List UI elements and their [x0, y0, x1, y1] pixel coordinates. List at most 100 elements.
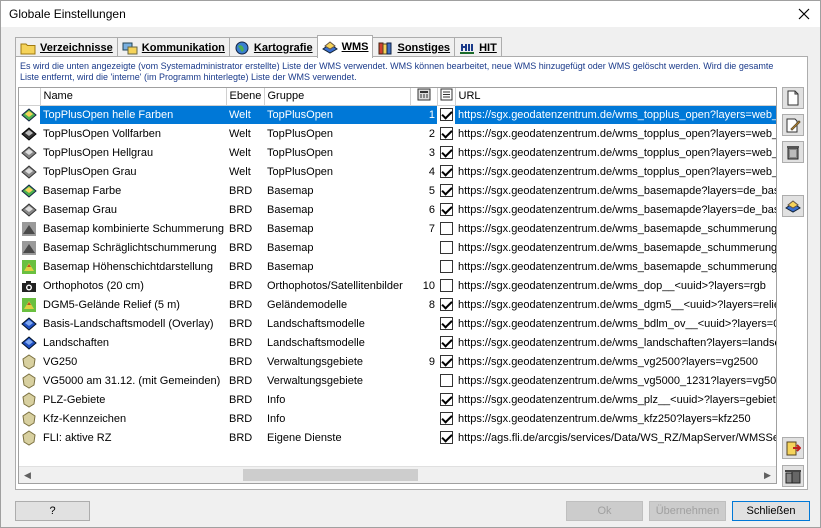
- header-name[interactable]: Name: [40, 88, 227, 106]
- scroll-right-icon[interactable]: ▶: [759, 467, 776, 483]
- table-row[interactable]: Basis-Landschaftsmodell (Overlay) BRD Land…: [19, 314, 776, 333]
- header-url[interactable]: URL: [455, 88, 776, 106]
- row-gruppe: Landschaftsmodelle: [267, 317, 365, 330]
- table-row[interactable]: TopPlusOpen Grau Welt TopPlusOpen 4 https://…: [19, 162, 776, 181]
- row-active-checkbox[interactable]: [439, 374, 453, 387]
- row-active-checkbox[interactable]: [439, 431, 453, 444]
- row-ebene: Welt: [229, 165, 251, 178]
- tab-sonstiges[interactable]: Sonstiges: [372, 37, 456, 57]
- row-active-checkbox[interactable]: [439, 127, 453, 140]
- import-wms-button[interactable]: [782, 195, 804, 217]
- row-name: VG5000 am 31.12. (mit Gemeinden): [43, 374, 221, 387]
- row-icon-cell: [19, 219, 40, 238]
- tab-kommunikation[interactable]: Kommunikation: [116, 37, 230, 57]
- row-icon-cell: [19, 162, 40, 181]
- row-active-cell: [437, 124, 455, 143]
- table-row[interactable]: TopPlusOpen Vollfarben Welt TopPlusOpen 2 ht…: [19, 124, 777, 143]
- delete-wms-button[interactable]: [782, 141, 804, 163]
- header-gruppe[interactable]: Gruppe: [264, 88, 411, 106]
- delete-all-button[interactable]: [782, 465, 804, 487]
- row-name: PLZ-Gebiete: [43, 393, 106, 406]
- row-order: 2: [428, 127, 435, 140]
- row-icon-cell: [19, 181, 40, 200]
- header-ebene[interactable]: Ebene: [226, 88, 265, 106]
- close-dialog-button[interactable]: Schließen: [732, 501, 810, 521]
- tab-label: WMS: [341, 41, 369, 53]
- row-url: https://sgx.geodatenzentrum.de/wms_toppl…: [458, 127, 777, 140]
- table-row[interactable]: VG5000 am 31.12. (mit Gemeinden) BRD Verwa…: [19, 371, 776, 390]
- header-icon-col[interactable]: [19, 88, 41, 106]
- table-row[interactable]: Kfz-Kennzeichen BRD Info https://sgx.geodat…: [19, 409, 776, 428]
- row-gruppe: Geländemodelle: [267, 298, 348, 311]
- table-row[interactable]: DGM5-Gelände Relief (5 m) BRD Geländemodel…: [19, 295, 776, 314]
- row-order: 1: [410, 105, 437, 124]
- row-active-checkbox[interactable]: [439, 108, 453, 122]
- books-icon: [378, 42, 392, 54]
- table-row[interactable]: Basemap Grau BRD Basemap 6 https://sgx.geoda…: [19, 200, 776, 219]
- table-row[interactable]: Basemap kombinierte Schummerung BRD Basema…: [19, 219, 776, 238]
- terrain-color-icon: [22, 259, 36, 274]
- table-row[interactable]: Orthophotos (20 cm) BRD Orthophotos/Satell…: [19, 276, 776, 295]
- row-gruppe: Landschaftsmodelle: [267, 336, 365, 349]
- row-name: TopPlusOpen Grau: [43, 165, 137, 178]
- row-gruppe: Basemap: [267, 203, 314, 216]
- row-active-checkbox[interactable]: [439, 393, 453, 406]
- folder-icon: [20, 43, 36, 54]
- relief-icon: [22, 221, 36, 236]
- table-row[interactable]: Basemap Schräglichtschummerung BRD Basemap…: [19, 238, 776, 257]
- table-row[interactable]: Basemap Farbe BRD Basemap 5 https://sgx.geod…: [19, 181, 776, 200]
- row-active-checkbox[interactable]: [439, 222, 453, 235]
- table-row[interactable]: Basemap Höhenschichtdarstellung BRD Basema…: [19, 257, 776, 276]
- row-active-checkbox[interactable]: [439, 298, 453, 311]
- row-name: Orthophotos (20 cm): [43, 279, 144, 292]
- close-button[interactable]: [794, 4, 814, 24]
- row-icon-cell: [19, 314, 40, 333]
- export-button[interactable]: [782, 437, 804, 459]
- header-active[interactable]: [437, 88, 456, 106]
- row-gruppe: TopPlusOpen: [267, 146, 334, 159]
- row-active-checkbox[interactable]: [439, 184, 453, 197]
- scrollbar-thumb[interactable]: [243, 469, 418, 481]
- table-row[interactable]: PLZ-Gebiete BRD Info https://sgx.geodatenze…: [19, 390, 776, 409]
- row-active-checkbox[interactable]: [439, 146, 453, 159]
- header-order[interactable]: [410, 88, 438, 106]
- row-ebene: BRD: [229, 298, 253, 311]
- scroll-left-icon[interactable]: ◀: [19, 467, 36, 483]
- tab-wms[interactable]: WMS: [316, 35, 374, 58]
- row-url: https://sgx.geodatenzentrum.de/wms_lands…: [458, 336, 777, 349]
- tab-kartografie[interactable]: Kartografie: [228, 37, 318, 57]
- row-active-cell: [437, 333, 455, 352]
- tab-verzeichnisse[interactable]: Verzeichnisse: [15, 37, 118, 57]
- table-row[interactable]: VG250 BRD Verwaltungsgebiete 9 https://sgx.g…: [19, 352, 776, 371]
- delete-all-icon: [785, 470, 801, 484]
- row-active-cell: [437, 143, 455, 162]
- horizontal-scrollbar[interactable]: ◀ ▶: [19, 466, 776, 483]
- row-url: https://sgx.geodatenzentrum.de/wms_toppl…: [455, 105, 776, 124]
- row-active-checkbox[interactable]: [439, 165, 453, 178]
- table-row[interactable]: TopPlusOpen helle Farben Welt TopPlusOpen 1…: [19, 105, 776, 124]
- table-row[interactable]: FLI: aktive RZ BRD Eigene Dienste https://a…: [19, 428, 776, 447]
- row-ebene: BRD: [229, 355, 253, 368]
- row-active-checkbox[interactable]: [439, 336, 453, 349]
- row-active-checkbox[interactable]: [439, 279, 453, 292]
- table-row[interactable]: TopPlusOpen Hellgrau Welt TopPlusOpen 3 http…: [19, 143, 776, 162]
- row-active-checkbox[interactable]: [439, 317, 453, 330]
- row-ebene: BRD: [229, 260, 253, 273]
- new-wms-button[interactable]: [782, 87, 804, 109]
- row-icon-cell: [19, 276, 40, 295]
- wms-table[interactable]: Name Ebene Gruppe URL TopPlusOpen helle …: [18, 87, 777, 484]
- row-active-checkbox[interactable]: [439, 241, 453, 254]
- row-active-checkbox[interactable]: [439, 412, 453, 425]
- ok-button[interactable]: Ok: [566, 501, 643, 521]
- relief-icon: [22, 240, 36, 255]
- row-active-checkbox[interactable]: [439, 260, 453, 273]
- row-active-checkbox[interactable]: [439, 203, 453, 216]
- tab-hit[interactable]: HIT: [454, 37, 502, 57]
- row-active-checkbox[interactable]: [439, 355, 453, 368]
- globe-icon: [235, 41, 249, 54]
- help-button[interactable]: ?: [15, 501, 90, 521]
- row-gruppe: TopPlusOpen: [267, 127, 334, 140]
- table-row[interactable]: Landschaften BRD Landschaftsmodelle https:/…: [19, 333, 777, 352]
- apply-button[interactable]: Übernehmen: [649, 501, 726, 521]
- edit-wms-button[interactable]: [782, 114, 804, 136]
